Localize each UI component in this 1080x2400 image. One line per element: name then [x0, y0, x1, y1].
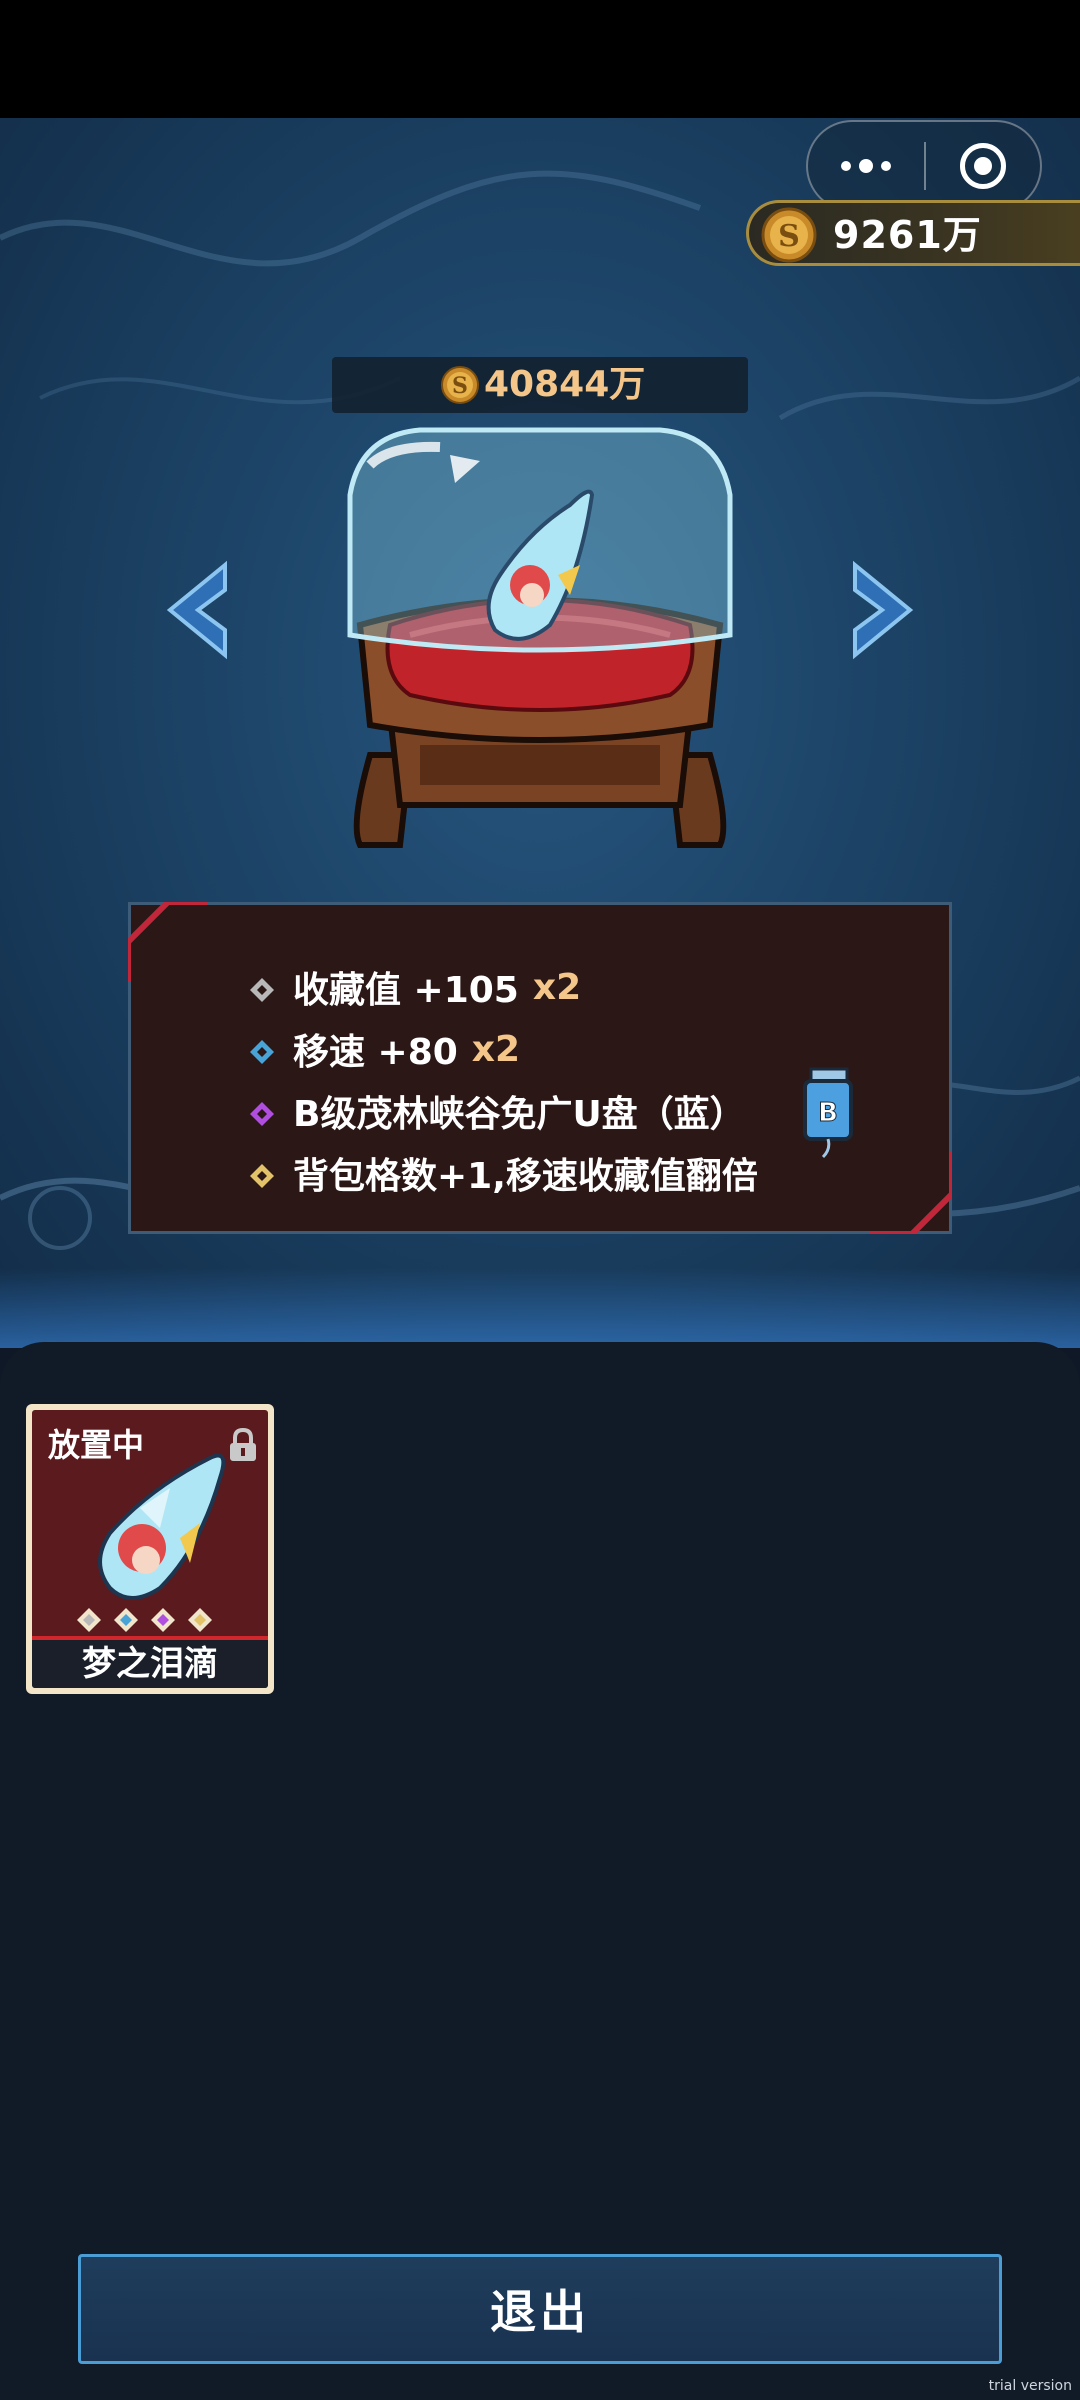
close-button[interactable] — [926, 122, 1040, 210]
info-line-collection: 收藏值 +105 x2 — [250, 959, 581, 1015]
status-bar — [0, 0, 1080, 118]
usb-drive-icon: B — [803, 1067, 853, 1159]
item-info-panel: 收藏值 +105 x2 移速 +80 x2 B级茂林峡谷免广U盘（蓝） 背包格数+1… — [128, 902, 952, 1234]
coin-icon: S — [441, 366, 479, 404]
scene-glow — [0, 1268, 1080, 1348]
display-case — [347, 427, 733, 848]
svg-text:S: S — [452, 373, 468, 399]
target-close-icon — [960, 143, 1006, 189]
inventory-item-card[interactable]: 放置中 梦之泪滴 — [26, 1404, 274, 1694]
menu-capsule — [806, 120, 1042, 212]
svg-text:B: B — [818, 1098, 838, 1128]
info-line-usb: B级茂林峡谷免广U盘（蓝） — [250, 1083, 746, 1139]
price-value: 40844万 — [484, 364, 646, 405]
previous-arrow[interactable] — [160, 560, 230, 660]
diamond-icon — [250, 978, 274, 1002]
more-button[interactable] — [808, 122, 924, 210]
lock-icon — [230, 1428, 256, 1461]
watermark: trial version — [988, 2378, 1072, 2394]
next-arrow[interactable] — [850, 560, 920, 660]
chevron-right-icon — [853, 560, 914, 660]
svg-text:S: S — [778, 219, 800, 254]
item-image — [98, 1453, 226, 1600]
diamond-icon — [250, 1164, 274, 1188]
item-name: 梦之泪滴 — [32, 1640, 268, 1688]
coin-icon: S — [761, 207, 817, 263]
price-tag: S 40844万 — [332, 357, 748, 413]
chevron-left-icon — [166, 560, 227, 660]
coin-balance-value: 9261万 — [833, 213, 982, 257]
coin-balance: S 9261万 — [746, 200, 1080, 266]
info-line-backpack: 背包格数+1,移速收藏值翻倍 — [250, 1145, 758, 1201]
item-attribute-diamonds — [77, 1608, 212, 1632]
info-line-speed: 移速 +80 x2 — [250, 1021, 520, 1077]
diamond-icon — [250, 1102, 274, 1126]
diamond-icon — [250, 1040, 274, 1064]
exit-button[interactable]: 退出 — [78, 2254, 1002, 2364]
more-dots-icon — [837, 159, 895, 173]
